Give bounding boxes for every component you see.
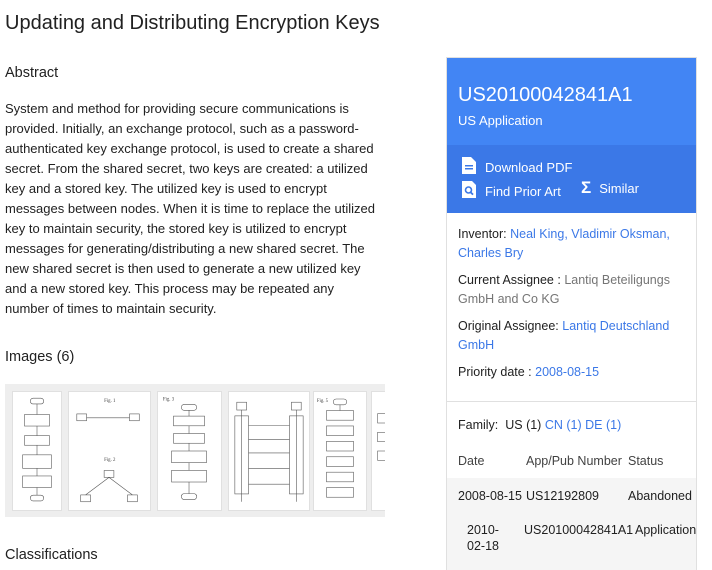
sidebar-actions: Download PDF Find Prior Art Σ Similar xyxy=(447,145,696,213)
priority-date-row: Priority date : 2008-08-15 xyxy=(458,363,685,382)
network-diagram-drawing: Fig. 1 Fig. 2 xyxy=(76,399,140,503)
flowchart-drawing: Fig. 5 xyxy=(317,398,354,498)
image-thumbnail[interactable] xyxy=(371,391,385,511)
images-heading[interactable]: Images (6) xyxy=(5,349,74,365)
publication-number: US20100042841A1 xyxy=(458,84,633,106)
inventor-label: Inventor: xyxy=(458,227,507,241)
download-pdf-button[interactable]: Download PDF xyxy=(461,156,572,178)
sidebar-metadata: Inventor: Neal King, Vladimir Oksman, Ch… xyxy=(447,213,696,382)
svg-text:Fig. 5: Fig. 5 xyxy=(317,399,329,404)
abstract-text: System and method for providing secure c… xyxy=(5,101,375,316)
family-label: Family: xyxy=(458,418,499,432)
inventor-row: Inventor: Neal King, Vladimir Oksman, Ch… xyxy=(458,225,685,263)
flowchart-drawing xyxy=(377,413,385,461)
row1-number[interactable]: US12192809 xyxy=(526,489,599,503)
image-thumbnail[interactable]: Fig. 3 xyxy=(157,391,222,511)
family-cn-link[interactable]: CN (1) xyxy=(545,418,582,432)
classifications-heading[interactable]: Classifications xyxy=(5,547,98,563)
image-thumbnail[interactable]: Fig. 5 xyxy=(313,391,367,511)
sigma-icon: Σ xyxy=(581,178,592,197)
row2-date-line2: 02-18 xyxy=(467,539,499,553)
priority-date-link[interactable]: 2008-08-15 xyxy=(535,365,599,379)
image-thumbnail[interactable] xyxy=(228,391,310,511)
find-prior-art-button[interactable]: Find Prior Art xyxy=(461,180,561,202)
svg-text:Fig. 1: Fig. 1 xyxy=(104,399,116,404)
abstract-heading: Abstract xyxy=(5,65,59,81)
row2-status: Application xyxy=(635,523,697,537)
download-pdf-label: Download PDF xyxy=(485,159,573,175)
svg-text:Fig. 2: Fig. 2 xyxy=(104,458,116,463)
similar-button[interactable]: Σ Similar xyxy=(581,178,639,197)
search-document-icon xyxy=(461,180,477,202)
find-prior-art-label: Find Prior Art xyxy=(485,183,561,199)
row1-date: 2008-08-15 xyxy=(458,489,522,503)
row2-date-line1: 2010- xyxy=(467,523,499,537)
image-thumbnail[interactable] xyxy=(12,391,62,511)
sidebar-header: US20100042841A1 US Application xyxy=(447,58,696,145)
original-assignee-row: Original Assignee: Lantiq Deutschland Gm… xyxy=(458,317,685,355)
similar-label: Similar xyxy=(599,180,639,196)
svg-text:Fig. 3: Fig. 3 xyxy=(163,398,175,403)
page-title: Updating and Distributing Encryption Key… xyxy=(5,12,380,34)
patent-sidebar: US20100042841A1 US Application Download … xyxy=(446,57,697,570)
family-de-link[interactable]: DE (1) xyxy=(585,418,621,432)
document-icon xyxy=(461,156,477,178)
divider xyxy=(447,401,696,402)
flowchart-drawing: Fig. 3 xyxy=(163,398,207,500)
original-assignee-label: Original Assignee: xyxy=(458,319,559,333)
publication-type: US Application xyxy=(458,113,543,128)
current-assignee-label: Current Assignee : xyxy=(458,273,561,287)
flowchart-drawing xyxy=(22,397,52,502)
priority-date-label: Priority date : xyxy=(458,365,532,379)
family-us: US (1) xyxy=(505,418,542,432)
column-header-date: Date xyxy=(458,454,485,468)
image-thumbnail[interactable]: Fig. 1 Fig. 2 xyxy=(68,391,151,511)
sequence-diagram-drawing xyxy=(234,401,304,502)
row2-number[interactable]: US20100042841A1 xyxy=(524,523,633,537)
row1-status: Abandoned xyxy=(628,489,692,503)
column-header-number: App/Pub Number xyxy=(526,454,622,468)
column-header-status: Status xyxy=(628,454,664,468)
current-assignee-row: Current Assignee : Lantiq Beteiligungs G… xyxy=(458,271,685,309)
family-row: Family: US (1) CN (1) DE (1) xyxy=(458,418,621,432)
image-thumbnail-strip[interactable]: Fig. 1 Fig. 2 Fig. 3 Fig. 5 xyxy=(5,384,385,517)
